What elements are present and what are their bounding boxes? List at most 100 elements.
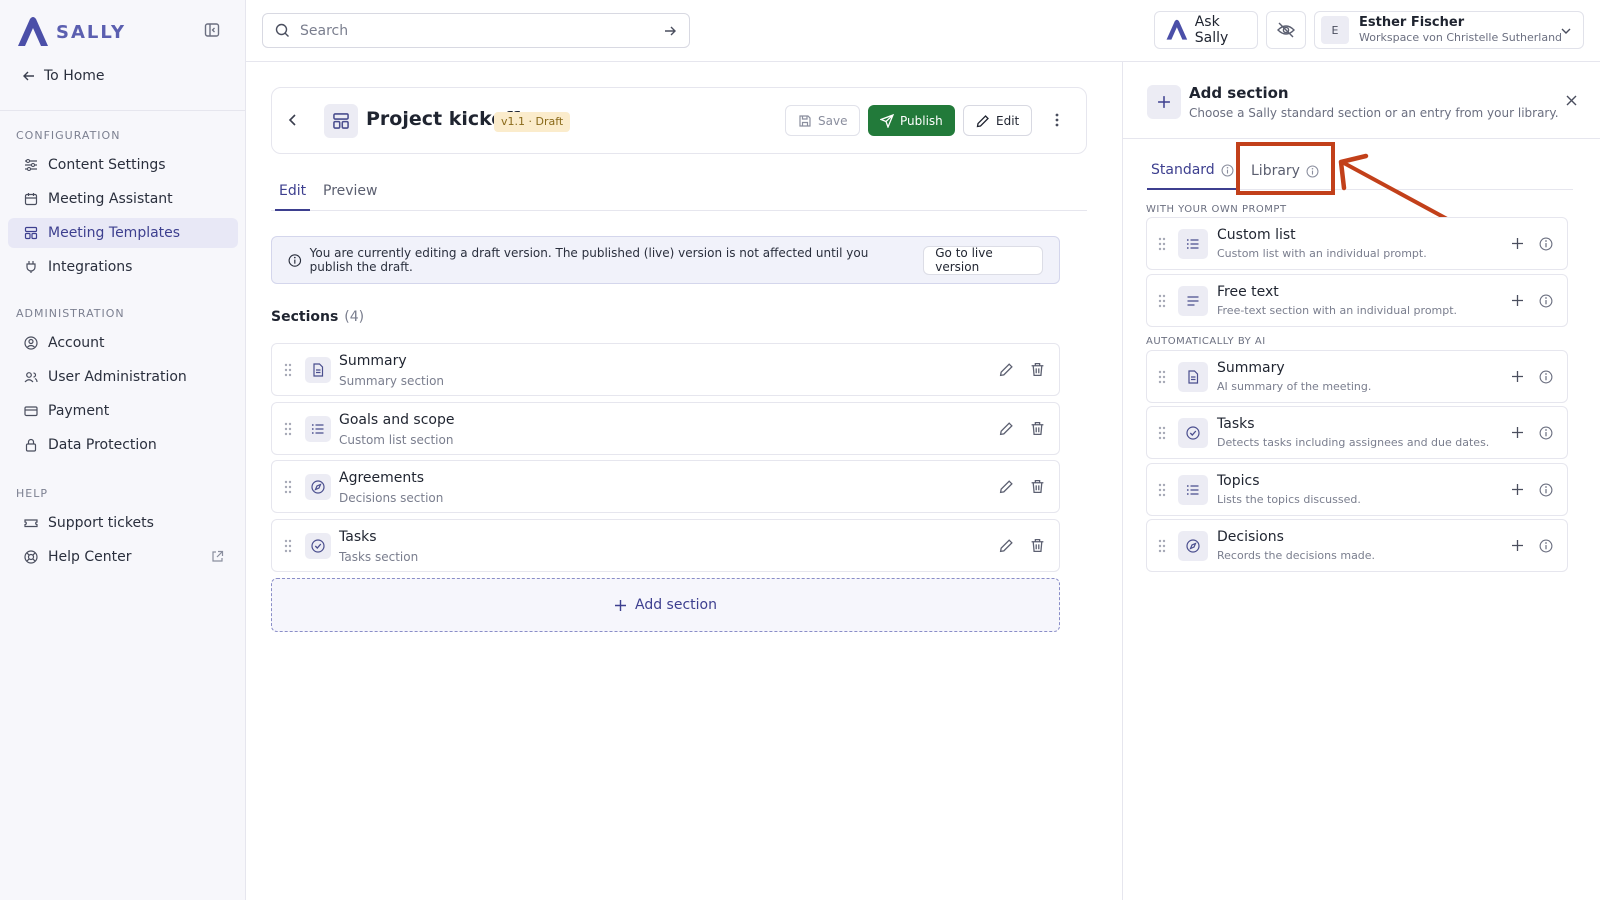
drag-handle-icon[interactable] — [283, 363, 293, 377]
pencil-icon[interactable] — [999, 538, 1014, 553]
arrow-right-icon[interactable] — [663, 24, 677, 38]
plus-icon[interactable] — [1511, 237, 1524, 250]
sidebar-item-user-administration[interactable]: User Administration — [8, 362, 238, 392]
drag-handle-icon[interactable] — [1157, 370, 1167, 384]
plus-icon[interactable] — [1511, 483, 1524, 496]
sidebar-item-label: Support tickets — [48, 515, 154, 531]
info-icon[interactable] — [1539, 370, 1553, 384]
collapse-sidebar-icon[interactable] — [204, 22, 224, 42]
tab-edit[interactable]: Edit — [275, 183, 311, 211]
go-to-live-version-button[interactable]: Go to live version — [923, 245, 1043, 275]
sidebar-item-meeting-templates[interactable]: Meeting Templates — [8, 218, 238, 248]
section-subtitle: Custom list section — [339, 433, 454, 447]
check-circle-icon — [1178, 418, 1208, 448]
trash-icon[interactable] — [1030, 362, 1045, 377]
panel-row-title: Custom list — [1217, 227, 1296, 243]
calendar-icon — [24, 193, 38, 206]
plus-icon[interactable] — [1511, 539, 1524, 552]
drag-handle-icon[interactable] — [283, 480, 293, 494]
panel-section-row[interactable]: Tasks Detects tasks including assignees … — [1146, 406, 1568, 459]
privacy-toggle-button[interactable] — [1266, 11, 1306, 49]
plus-icon[interactable] — [1511, 426, 1524, 439]
brand-name: SALLY — [56, 21, 127, 43]
add-section-button[interactable]: Add section — [271, 578, 1060, 632]
sidebar-item-account[interactable]: Account — [8, 328, 238, 358]
sidebar-item-label: Help Center — [48, 549, 132, 565]
arrow-left-icon — [23, 71, 34, 81]
pencil-icon[interactable] — [999, 479, 1014, 494]
document-icon — [305, 357, 331, 383]
section-subtitle: Decisions section — [339, 491, 444, 505]
topbar: Search Ask Sally E Esther Fischer Worksp… — [246, 0, 1600, 62]
info-icon — [288, 253, 302, 267]
section-row[interactable]: Summary Summary section — [271, 343, 1060, 396]
sidebar-item-support-tickets[interactable]: Support tickets — [8, 508, 238, 538]
pencil-icon[interactable] — [999, 362, 1014, 377]
sidebar-item-data-protection[interactable]: Data Protection — [8, 430, 238, 460]
panel-section-row[interactable]: Custom list Custom list with an individu… — [1146, 217, 1568, 270]
user-circle-icon — [24, 336, 38, 350]
edit-button[interactable]: Edit — [963, 105, 1033, 136]
save-button[interactable]: Save — [785, 105, 861, 136]
sidebar-item-integrations[interactable]: Integrations — [8, 252, 238, 282]
list-icon — [305, 416, 331, 442]
search-placeholder: Search — [300, 22, 349, 39]
info-icon[interactable] — [1539, 426, 1553, 440]
drag-handle-icon[interactable] — [1157, 294, 1167, 308]
pencil-icon[interactable] — [999, 421, 1014, 436]
save-icon — [799, 114, 811, 127]
brand-logo[interactable]: SALLY — [16, 16, 126, 48]
layout-icon — [324, 104, 358, 138]
sidebar-item-meeting-assistant[interactable]: Meeting Assistant — [8, 184, 238, 214]
sidebar-item-content-settings[interactable]: Content Settings — [8, 150, 238, 180]
sidebar: SALLY To Home CONFIGURATION Content Sett… — [0, 0, 246, 900]
tab-standard[interactable]: Standard — [1147, 152, 1238, 190]
sidebar-item-payment[interactable]: Payment — [8, 396, 238, 426]
sidebar-item-help-center[interactable]: Help Center — [8, 542, 238, 572]
user-menu-button[interactable]: E Esther Fischer Workspace von Christell… — [1314, 11, 1584, 49]
drag-handle-icon[interactable] — [283, 422, 293, 436]
trash-icon[interactable] — [1030, 421, 1045, 436]
panel-section-row[interactable]: Summary AI summary of the meeting. — [1146, 350, 1568, 403]
drag-handle-icon[interactable] — [283, 539, 293, 553]
ask-sally-button[interactable]: Ask Sally — [1154, 11, 1258, 49]
trash-icon[interactable] — [1030, 479, 1045, 494]
drag-handle-icon[interactable] — [1157, 483, 1167, 497]
panel-section-row[interactable]: Topics Lists the topics discussed. — [1146, 463, 1568, 516]
editor-tabs: Edit Preview — [271, 180, 1087, 211]
plus-icon[interactable] — [1511, 294, 1524, 307]
tab-preview[interactable]: Preview — [323, 183, 378, 211]
section-row[interactable]: Agreements Decisions section — [271, 460, 1060, 513]
info-icon[interactable] — [1539, 539, 1553, 553]
publish-button[interactable]: Publish — [868, 105, 955, 136]
info-icon[interactable] — [1539, 483, 1553, 497]
panel-row-title: Topics — [1217, 473, 1260, 489]
search-input[interactable]: Search — [262, 13, 690, 48]
panel-section-row[interactable]: Free text Free-text section with an indi… — [1146, 274, 1568, 327]
close-icon[interactable] — [1565, 94, 1578, 107]
drag-handle-icon[interactable] — [1157, 237, 1167, 251]
eye-off-icon — [1277, 22, 1295, 38]
section-row[interactable]: Tasks Tasks section — [271, 519, 1060, 572]
search-icon — [275, 23, 289, 37]
section-row[interactable]: Goals and scope Custom list section — [271, 402, 1060, 455]
chevron-left-icon[interactable] — [284, 111, 302, 129]
avatar: E — [1321, 16, 1349, 44]
drag-handle-icon[interactable] — [1157, 539, 1167, 553]
info-icon[interactable] — [1539, 294, 1553, 308]
info-icon[interactable] — [1539, 237, 1553, 251]
drag-handle-icon[interactable] — [1157, 426, 1167, 440]
plus-icon[interactable] — [1511, 370, 1524, 383]
pencil-icon — [976, 114, 989, 127]
text-lines-icon — [1178, 286, 1208, 316]
to-home-link[interactable]: To Home — [22, 68, 105, 84]
sidebar-group-configuration: CONFIGURATION Content Settings Meeting A… — [8, 126, 238, 282]
sidebar-item-label: Data Protection — [48, 437, 157, 453]
more-vertical-icon[interactable] — [1050, 111, 1064, 129]
trash-icon[interactable] — [1030, 538, 1045, 553]
sidebar-item-label: Integrations — [48, 259, 133, 275]
panel-section-row[interactable]: Decisions Records the decisions made. — [1146, 519, 1568, 572]
section-title: Tasks — [339, 529, 377, 545]
lock-icon — [25, 438, 37, 452]
sections-title: Sections — [271, 309, 339, 325]
